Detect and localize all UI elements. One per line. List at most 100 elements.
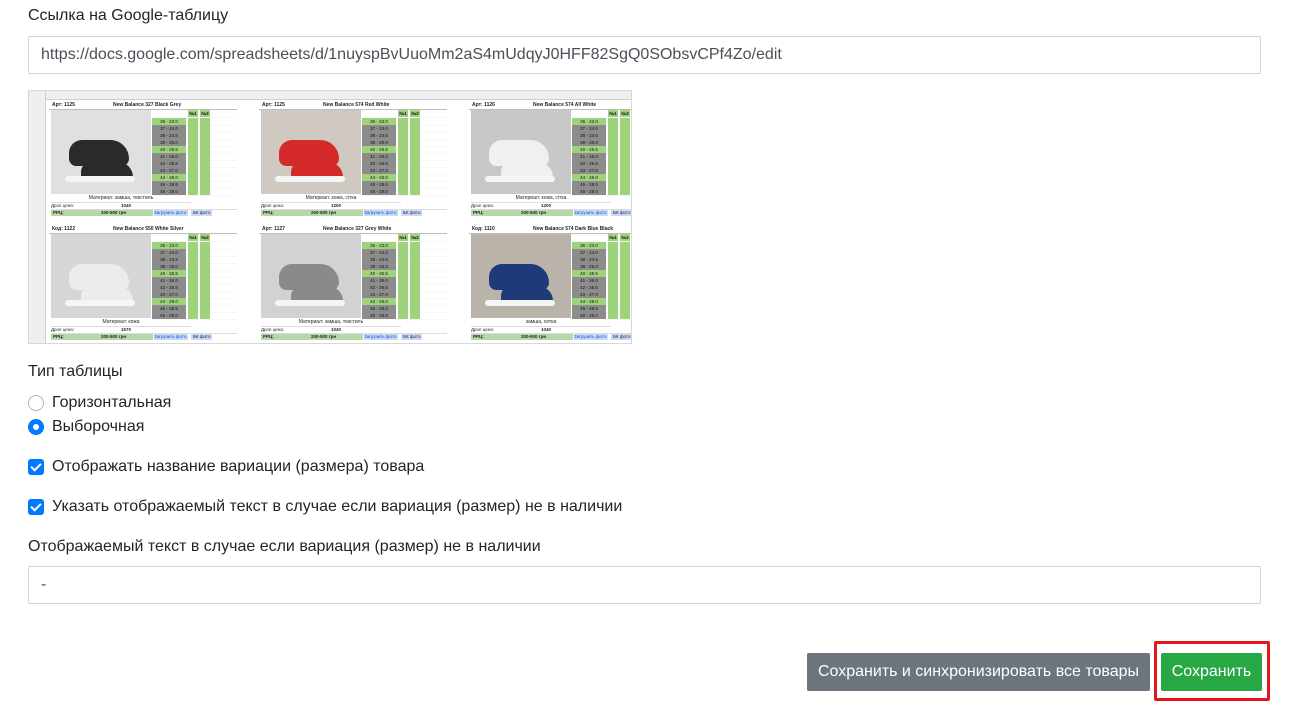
sheet-row-header (29, 91, 46, 343)
checkbox-specify-text[interactable]: Указать отображаемый текст в случае если… (28, 496, 622, 518)
qty-cell (410, 291, 420, 298)
qty-cell (188, 291, 198, 298)
qty-cell (608, 188, 618, 195)
qty-cell (188, 284, 198, 291)
save-button[interactable]: Сохранить (1161, 653, 1262, 691)
qty-cell (620, 174, 630, 181)
qty-cell (608, 298, 618, 305)
qty-cell (620, 153, 630, 160)
sheet-link-label: Ссылка на Google-таблицу (28, 7, 229, 24)
sheet-card-material: Материал: замша, текстиль (261, 319, 401, 327)
rrc-fill: РРЦ: 200-500 грн (51, 210, 153, 216)
qty-cell (188, 181, 198, 188)
sheet-preview: Арт: 1125 New Balance 327 Black Grey №1 №2 3… (28, 90, 632, 344)
qty-cell (188, 249, 198, 256)
sheet-card: Арт: 1125 New Balance 574 Red White №1 №2 36… (259, 101, 447, 217)
qty-cell (188, 188, 198, 195)
qty-cell (398, 174, 408, 181)
qty-cell (608, 263, 618, 270)
size-cell: 40 - 25.5 (362, 146, 396, 153)
qty-cell (398, 305, 408, 312)
qty-cell (608, 139, 618, 146)
qty-cell (620, 298, 630, 305)
qty-cell (620, 167, 630, 174)
size-header-cell: №1 (188, 110, 198, 117)
radio-selective-control[interactable] (28, 419, 44, 435)
size-cell: 41 - 26.0 (362, 277, 396, 284)
qty-cell (200, 188, 210, 195)
sneaker-photo (471, 234, 571, 318)
rrc-value: 200-500 грн (311, 210, 337, 215)
size-cell: 46 - 29.0 (572, 312, 606, 319)
size-cell: 38 - 24.5 (362, 256, 396, 263)
sheet-card-product-name: New Balance 574 Dark Blue Black (533, 226, 614, 232)
qty-cell (188, 298, 198, 305)
qty-cell (200, 242, 210, 249)
rrc-label: РРЦ: (473, 334, 484, 339)
qty-cell (410, 249, 420, 256)
drop-price-value: 1040 (541, 327, 552, 332)
qty-cell (608, 305, 618, 312)
size-table: №1 №2 36 - 23.0 37 - 24.0 38 - 24.5 39 - 25.0… (362, 110, 447, 196)
qty-cell (608, 284, 618, 291)
qty-cell (620, 125, 630, 132)
sheet-card-product-name: New Balance 327 Black Grey (113, 102, 182, 108)
size-table: №1 №2 36 - 23.0 37 - 24.0 38 - 24.5 39 - 25.0… (152, 110, 237, 196)
qty-cell (620, 284, 630, 291)
qty-cell (188, 305, 198, 312)
size-cell: 38 - 24.5 (362, 132, 396, 139)
rrc-label: РРЦ: (473, 210, 484, 215)
sheet-card-rrc: РРЦ: 200-500 грн Загрузить фото БК фото (261, 210, 447, 216)
sheet-card-material: Материал: кожа, сітка (471, 195, 611, 203)
size-cell: 43 - 27.0 (362, 291, 396, 298)
qty-cell (410, 263, 420, 270)
size-cell: 45 - 28.5 (572, 305, 606, 312)
drop-price-label: Дроп цена: (261, 327, 285, 332)
drop-price-label: Дроп цена: (261, 203, 285, 208)
size-cell: 41 - 26.0 (152, 277, 186, 284)
sheet-link-input[interactable] (28, 36, 1261, 74)
size-table-header: №1 №2 (152, 110, 237, 118)
qty-cell (410, 132, 420, 139)
qty-cell (608, 132, 618, 139)
qty-cell (410, 153, 420, 160)
qty-cell (620, 256, 630, 263)
radio-horizontal[interactable]: Горизонтальная (28, 392, 171, 414)
drop-price-label: Дроп цена: (471, 327, 495, 332)
size-cell: 46 - 29.0 (362, 312, 396, 319)
size-cell: 39 - 25.0 (362, 139, 396, 146)
radio-horizontal-control[interactable] (28, 395, 44, 411)
checkbox-show-variation-name-control[interactable] (28, 459, 44, 475)
size-cell: 39 - 25.0 (572, 263, 606, 270)
rrc-value: 200-500 грн (311, 334, 337, 339)
qty-cell (620, 139, 630, 146)
checkbox-show-variation-name[interactable]: Отображать название вариации (размера) т… (28, 456, 424, 478)
size-table-header: №1 №2 (362, 234, 447, 242)
sheet-card-material: Материал: кожа (51, 319, 191, 327)
sneaker-photo (261, 110, 361, 194)
qty-cell (188, 277, 198, 284)
size-cell: 44 - 28.0 (362, 298, 396, 305)
size-cell: 39 - 25.0 (152, 139, 186, 146)
save-sync-button[interactable]: Сохранить и синхронизировать все товары (807, 653, 1150, 691)
qty-cell (200, 298, 210, 305)
sheet-card: Код: 1110 New Balance 574 Dark Blue Black… (469, 225, 631, 341)
size-cell: 37 - 24.0 (362, 249, 396, 256)
checkbox-specify-text-control[interactable] (28, 499, 44, 515)
size-table-header: №1 №2 (152, 234, 237, 242)
rrc-fill: РРЦ: 200-500 грн (261, 334, 363, 340)
sheet-card-drop-price: Дроп цена: 1200 (471, 203, 631, 210)
table-type-label: Тип таблицы (28, 363, 123, 380)
size-header-cell: №1 (398, 234, 408, 241)
sheet-card-bk-photo: БК фото (191, 334, 213, 340)
radio-selective[interactable]: Выборочная (28, 416, 144, 438)
unavailable-text-input[interactable] (28, 566, 1261, 604)
size-cell: 45 - 28.5 (362, 181, 396, 188)
size-cell: 41 - 26.0 (572, 277, 606, 284)
qty-cell (398, 188, 408, 195)
size-cell: 44 - 28.0 (572, 298, 606, 305)
qty-cell (398, 249, 408, 256)
size-cell: 40 - 25.5 (572, 146, 606, 153)
qty-cell (200, 174, 210, 181)
qty-cell (608, 125, 618, 132)
